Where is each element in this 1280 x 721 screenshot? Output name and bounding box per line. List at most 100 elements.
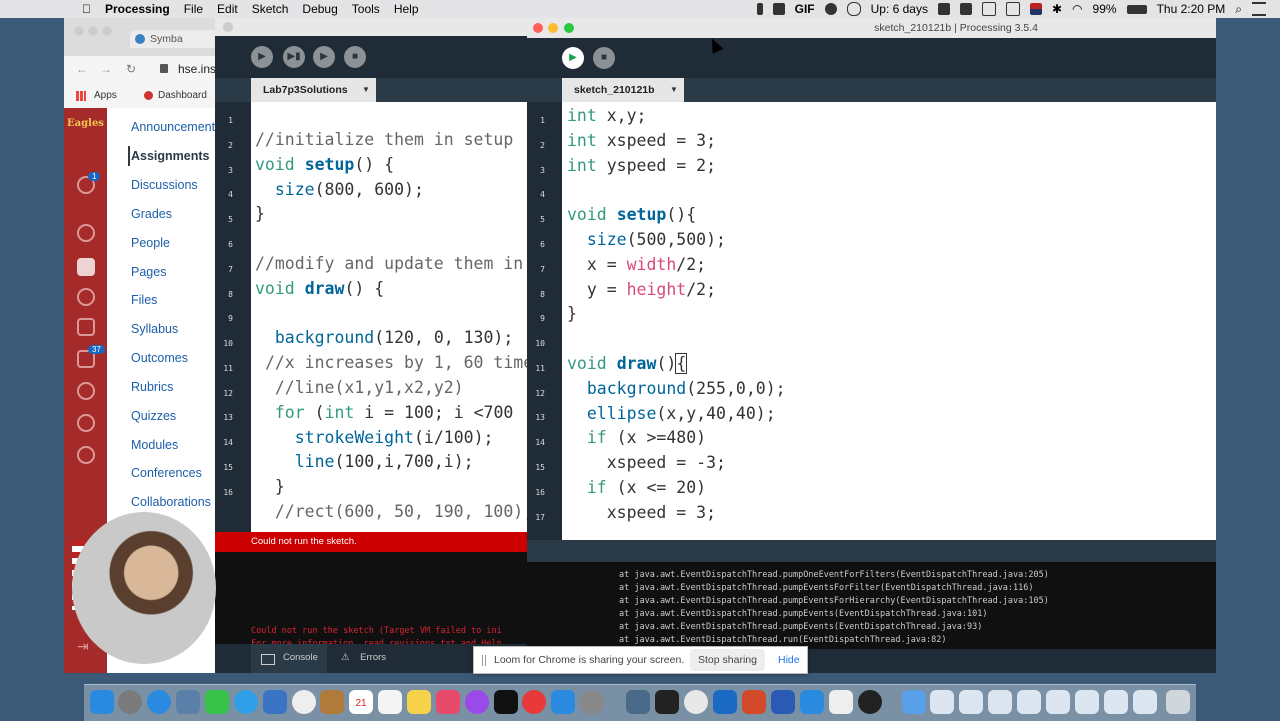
groups-icon[interactable] [77, 288, 95, 306]
safari-icon[interactable] [147, 690, 171, 714]
sync-icon[interactable] [959, 3, 972, 15]
editor-console-divider[interactable] [527, 540, 1216, 562]
circle-icon[interactable] [846, 2, 861, 16]
document-icon[interactable] [1017, 690, 1041, 714]
window-controls[interactable] [74, 26, 114, 36]
microphone-icon[interactable] [756, 3, 763, 15]
folder-icon[interactable] [902, 690, 926, 714]
signal-icon[interactable] [937, 3, 950, 15]
apps-icon[interactable] [76, 91, 86, 101]
course-nav-outcomes[interactable]: Outcomes [131, 351, 188, 365]
back-icon[interactable]: ← [76, 62, 88, 76]
news-icon[interactable] [522, 690, 546, 714]
powerpoint-icon[interactable] [742, 690, 766, 714]
bookmark-apps[interactable]: Apps [94, 90, 117, 101]
zoom-icon[interactable] [800, 690, 824, 714]
cloud-icon[interactable] [824, 3, 837, 15]
history-icon[interactable] [77, 382, 95, 400]
app-menu[interactable]: Processing [105, 2, 170, 16]
outlook-icon[interactable] [713, 690, 737, 714]
camera-icon[interactable] [772, 3, 785, 15]
document-icon[interactable] [1133, 690, 1157, 714]
music-icon[interactable] [436, 690, 460, 714]
course-nav-announcements[interactable]: Announcements [131, 120, 221, 134]
airplay-icon[interactable] [1005, 2, 1020, 16]
document-icon[interactable] [959, 690, 983, 714]
battery-percent[interactable]: 99% [1093, 2, 1117, 16]
terminal-icon[interactable] [655, 690, 679, 714]
battery-icon[interactable] [1126, 4, 1147, 14]
trash-icon[interactable] [1166, 690, 1190, 714]
messages-icon[interactable] [205, 690, 229, 714]
bookmark-dashboard[interactable]: Dashboard [158, 90, 207, 101]
commons-icon[interactable] [77, 414, 95, 432]
app-store-icon[interactable] [551, 690, 575, 714]
control-center-icon[interactable] [1252, 2, 1266, 16]
browser-tab[interactable]: Symba [130, 30, 224, 48]
processing-icon[interactable] [858, 690, 882, 714]
step-button[interactable]: ▶▮ [283, 46, 305, 68]
school-logo[interactable]: Eagles [64, 118, 107, 129]
menu-sketch[interactable]: Sketch [252, 2, 289, 16]
run-button[interactable]: ▶ [251, 46, 273, 68]
tab-menu-icon[interactable]: ▼ [664, 78, 684, 102]
podcasts-icon[interactable] [465, 690, 489, 714]
continue-button[interactable]: ▶ [313, 46, 335, 68]
sketch-tab[interactable]: Lab7p3Solutions [251, 78, 360, 102]
zoom-window-button[interactable] [564, 23, 574, 33]
console-tab[interactable]: Console [251, 644, 327, 673]
finder-icon[interactable] [90, 690, 114, 714]
close-window-button[interactable] [533, 23, 543, 33]
help-icon[interactable] [77, 446, 95, 464]
mail-icon[interactable] [263, 690, 287, 714]
window-controls[interactable] [223, 22, 233, 32]
address-field[interactable]: hse.ins [178, 62, 216, 76]
stop-button[interactable]: ■ [344, 46, 366, 68]
run-button[interactable]: ▶ [562, 47, 584, 69]
course-nav-modules[interactable]: Modules [131, 438, 178, 452]
flag-icon[interactable] [1029, 3, 1042, 15]
stop-button[interactable]: ■ [593, 47, 615, 69]
course-nav-discussions[interactable]: Discussions [131, 178, 198, 192]
chrome-icon[interactable] [684, 690, 708, 714]
course-nav-pages[interactable]: Pages [131, 265, 166, 279]
menu-debug[interactable]: Debug [302, 2, 337, 16]
gif-icon[interactable]: GIF [795, 2, 815, 16]
course-nav-syllabus[interactable]: Syllabus [131, 322, 178, 336]
screenshot-icon[interactable] [626, 690, 650, 714]
document-icon[interactable] [988, 690, 1012, 714]
course-nav-conferences[interactable]: Conferences [131, 466, 202, 480]
word-icon[interactable] [771, 690, 795, 714]
code-editor[interactable]: //initialize them in setup void setup() … [251, 102, 527, 532]
textedit-icon[interactable] [829, 690, 853, 714]
stop-sharing-button[interactable]: Stop sharing [690, 649, 765, 671]
wifi-icon[interactable]: ◠ [1072, 2, 1082, 16]
minimize-window-button[interactable] [548, 23, 558, 33]
reminders-icon[interactable] [378, 690, 402, 714]
notes-icon[interactable] [407, 690, 431, 714]
menu-tools[interactable]: Tools [352, 2, 380, 16]
menu-edit[interactable]: Edit [217, 2, 238, 16]
notes-book-icon[interactable] [320, 690, 344, 714]
apple-icon[interactable]:  [82, 2, 91, 16]
menu-help[interactable]: Help [394, 2, 419, 16]
course-nav-rubrics[interactable]: Rubrics [131, 380, 173, 394]
calendar-dock-icon[interactable]: 21 [349, 690, 373, 714]
code-editor[interactable]: int x,y; int xspeed = 3; int yspeed = 2;… [562, 102, 1216, 540]
course-nav-people[interactable]: People [131, 236, 170, 250]
tv-icon[interactable] [494, 690, 518, 714]
document-icon[interactable] [1046, 690, 1070, 714]
facetime-icon[interactable] [234, 690, 258, 714]
tab-menu-icon[interactable]: ▼ [356, 78, 376, 102]
clock[interactable]: Thu 2:20 PM [1157, 2, 1226, 16]
document-icon[interactable] [1104, 690, 1128, 714]
system-preferences-icon[interactable] [580, 690, 604, 714]
search-icon[interactable]: ⌕ [1235, 2, 1242, 17]
course-nav-quizzes[interactable]: Quizzes [131, 409, 176, 423]
launchpad-icon[interactable] [118, 690, 142, 714]
menu-file[interactable]: File [184, 2, 203, 16]
display-icon[interactable] [981, 2, 996, 16]
course-nav-grades[interactable]: Grades [131, 207, 172, 221]
reload-icon[interactable]: ↻ [126, 62, 136, 76]
dashboard-nav-icon[interactable] [77, 224, 95, 242]
